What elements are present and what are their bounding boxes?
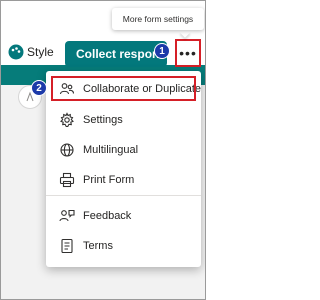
menu-item-label: Feedback	[83, 210, 132, 222]
style-button-label[interactable]: Style	[27, 45, 54, 59]
menu-item-label: Collaborate or Duplicate	[83, 83, 202, 95]
feedback-icon	[59, 208, 75, 224]
people-icon	[59, 81, 75, 97]
menu-item-label: Print Form	[83, 174, 135, 186]
menu-item-collaborate[interactable]: Collaborate or Duplicate	[46, 77, 201, 101]
document-icon	[59, 238, 75, 254]
menu-item-terms[interactable]: Terms	[46, 234, 201, 258]
more-options-button[interactable]: •••	[175, 39, 201, 67]
collect-responses-button[interactable]: Collect responses	[65, 41, 167, 67]
menu-item-print-form[interactable]: Print Form	[46, 168, 201, 192]
menu-item-feedback[interactable]: Feedback	[46, 204, 201, 228]
menu-item-label: Settings	[83, 114, 123, 126]
menu-item-label: Multilingual	[83, 144, 139, 156]
palette-icon[interactable]	[7, 43, 25, 61]
gear-icon	[59, 112, 75, 128]
menu-item-label: Terms	[83, 240, 113, 252]
menu-item-multilingual[interactable]: Multilingual	[46, 138, 201, 162]
menu-divider	[46, 195, 201, 196]
more-options-tooltip: More form settings	[112, 8, 204, 30]
step-badge-2: 2	[31, 80, 47, 96]
forms-window: Style Collect responses ••• More form se…	[0, 0, 206, 300]
more-options-menu: Collaborate or Duplicate Settings Multil…	[46, 71, 201, 267]
more-horizontal-icon: •••	[179, 45, 197, 61]
step-badge-1: 1	[154, 43, 170, 59]
printer-icon	[59, 172, 75, 188]
globe-icon	[59, 142, 75, 158]
menu-item-settings[interactable]: Settings	[46, 108, 201, 132]
